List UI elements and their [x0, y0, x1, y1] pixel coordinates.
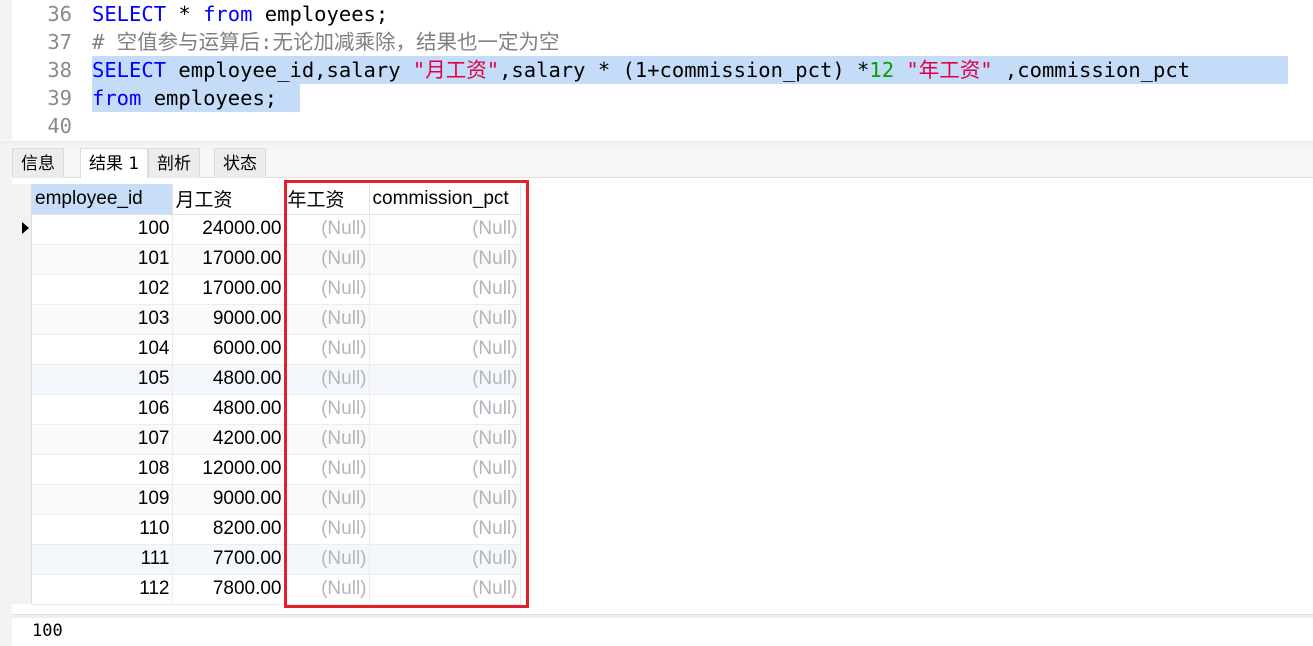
- grid-cell[interactable]: 6000.00: [172, 334, 285, 365]
- grid-cell[interactable]: 17000.00: [172, 274, 285, 305]
- grid-cell[interactable]: 7700.00: [172, 544, 285, 575]
- grid-cell[interactable]: 9000.00: [172, 484, 285, 515]
- grid-cell[interactable]: 108: [32, 454, 173, 485]
- code-text[interactable]: from employees;: [92, 84, 277, 112]
- grid-cell[interactable]: 107: [32, 424, 173, 455]
- grid-cell[interactable]: 12000.00: [172, 454, 285, 485]
- grid-cell[interactable]: 102: [32, 274, 173, 305]
- code-line[interactable]: 37 # 空值参与运算后:无论加减乘除，结果也一定为空: [0, 28, 1313, 56]
- column-header-employee-id[interactable]: employee_id: [32, 184, 173, 215]
- grid-cell[interactable]: 105: [32, 364, 173, 395]
- code-token: SELECT: [92, 2, 167, 26]
- grid-cell[interactable]: 101: [32, 244, 173, 275]
- code-token: "月工资": [412, 58, 500, 82]
- grid-cell[interactable]: 9000.00: [172, 304, 285, 335]
- code-line[interactable]: 36 SELECT * from employees;: [0, 0, 1313, 28]
- grid-cell[interactable]: 4800.00: [172, 364, 285, 395]
- line-number: 39: [47, 86, 72, 110]
- results-left-strip: [0, 146, 12, 646]
- grid-cell[interactable]: 4200.00: [172, 424, 285, 455]
- code-token: employees;: [141, 86, 278, 110]
- column-header-monthly-salary[interactable]: 月工资: [172, 184, 285, 215]
- grid-cell[interactable]: 100: [32, 214, 173, 245]
- grid-cell[interactable]: 4800.00: [172, 394, 285, 425]
- grid-cell[interactable]: 109: [32, 484, 173, 515]
- grid-cell[interactable]: 111: [32, 544, 173, 575]
- row-indicator-column: [12, 184, 32, 604]
- code-token: 12: [869, 58, 895, 82]
- red-annotation-box: [284, 180, 529, 608]
- code-token: # 空值参与运算后:无论加减乘除，结果也一定为空: [92, 30, 560, 54]
- code-token: employee_id,salary: [166, 58, 413, 82]
- sql-editor[interactable]: 36 SELECT * from employees; 37 # 空值参与运算后:无论…: [0, 0, 1313, 140]
- code-text[interactable]: SELECT employee_id,salary "月工资",salary *…: [92, 56, 1190, 84]
- grid-cell[interactable]: 106: [32, 394, 173, 425]
- grid-cell[interactable]: 17000.00: [172, 244, 285, 275]
- code-token: from: [92, 86, 142, 110]
- grid-cell[interactable]: 24000.00: [172, 214, 285, 245]
- line-number: 37: [47, 30, 72, 54]
- code-line[interactable]: 38 SELECT employee_id,salary "月工资",salary…: [0, 56, 1313, 84]
- line-number: 40: [47, 114, 72, 138]
- code-token: from: [203, 2, 253, 26]
- code-text[interactable]: SELECT * from employees;: [92, 0, 388, 28]
- tab-status[interactable]: 状态: [214, 148, 266, 178]
- tab-result-1[interactable]: 结果 1: [80, 148, 149, 179]
- results-tab-bar: 信息 结果 1 剖析 状态: [12, 146, 1313, 179]
- grid-cell[interactable]: 104: [32, 334, 173, 365]
- tab-profile[interactable]: 剖析: [148, 148, 200, 178]
- status-value: 100: [32, 621, 63, 641]
- grid-cell[interactable]: 7800.00: [172, 574, 285, 605]
- code-token: "年工资": [906, 58, 993, 82]
- code-token: *: [166, 2, 204, 26]
- grid-cell[interactable]: 112: [32, 574, 173, 605]
- grid-cell[interactable]: 110: [32, 514, 173, 545]
- grid-cell[interactable]: 103: [32, 304, 173, 335]
- line-number: 36: [47, 2, 72, 26]
- tab-info[interactable]: 信息: [12, 148, 64, 178]
- line-number: 38: [47, 58, 72, 82]
- code-token: ,salary * (1+commission_pct) *: [499, 58, 870, 82]
- code-line[interactable]: 39 from employees;: [0, 84, 1313, 112]
- current-row-arrow-icon: [22, 222, 29, 234]
- grid-cell[interactable]: 8200.00: [172, 514, 285, 545]
- status-splitter: [12, 614, 1313, 618]
- code-token: ,commission_pct: [992, 58, 1191, 82]
- code-line[interactable]: 40: [0, 112, 1313, 140]
- code-text[interactable]: # 空值参与运算后:无论加减乘除，结果也一定为空: [92, 28, 560, 56]
- code-token: employees;: [252, 2, 389, 26]
- code-token: SELECT: [92, 58, 167, 82]
